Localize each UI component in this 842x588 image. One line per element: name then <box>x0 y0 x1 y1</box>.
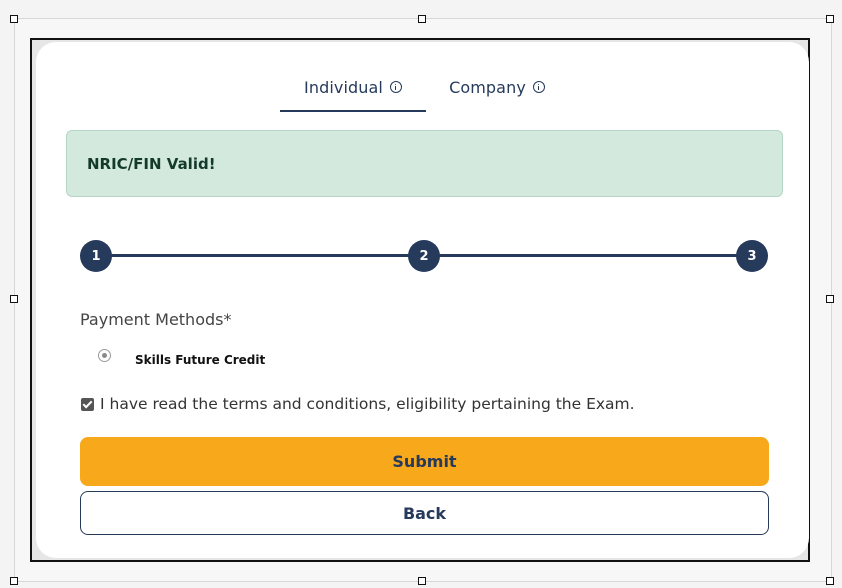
info-icon[interactable] <box>532 81 545 93</box>
payment-methods-label: Payment Methods* <box>80 310 232 329</box>
terms-label: I have read the terms and conditions, el… <box>100 395 635 413</box>
resize-handle-top-center[interactable] <box>418 15 426 23</box>
payment-option-label: Skills Future Credit <box>135 353 266 367</box>
tab-company[interactable]: Company <box>438 78 556 112</box>
active-tab-indicator <box>280 110 426 112</box>
submit-label: Submit <box>392 452 457 471</box>
resize-handle-top-left[interactable] <box>10 15 18 23</box>
resize-handle-bottom-right[interactable] <box>826 577 834 585</box>
tab-individual-label: Individual <box>304 78 383 97</box>
step-3-number: 3 <box>747 248 757 264</box>
step-1-number: 1 <box>91 248 101 264</box>
resize-handle-middle-left[interactable] <box>10 295 18 303</box>
alert-text: NRIC/FIN Valid! <box>87 154 216 173</box>
info-icon[interactable] <box>389 81 402 93</box>
resize-handle-middle-right[interactable] <box>826 295 834 303</box>
step-1: 1 <box>80 240 112 272</box>
validation-alert: NRIC/FIN Valid! <box>66 130 783 197</box>
back-button[interactable]: Back <box>80 491 769 535</box>
step-2-number: 2 <box>419 248 429 264</box>
resize-handle-bottom-left[interactable] <box>10 577 18 585</box>
back-label: Back <box>402 503 447 523</box>
resize-handle-bottom-center[interactable] <box>418 577 426 585</box>
resize-handle-top-right[interactable] <box>826 15 834 23</box>
step-3: 3 <box>736 240 768 272</box>
tab-company-label: Company <box>449 78 526 97</box>
terms-checkbox[interactable] <box>81 398 94 411</box>
step-2: 2 <box>408 240 440 272</box>
payment-radio-skills-future[interactable] <box>98 349 111 362</box>
submit-button[interactable]: Submit <box>80 437 769 486</box>
tab-individual[interactable]: Individual <box>290 78 416 112</box>
